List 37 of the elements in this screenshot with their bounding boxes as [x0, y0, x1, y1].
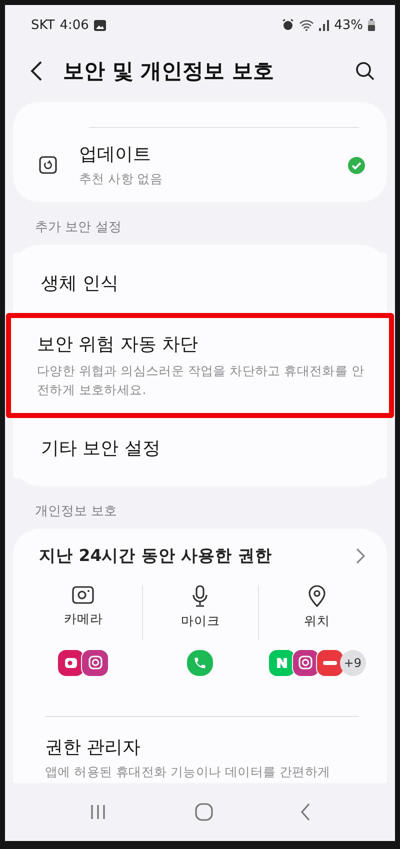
item-subtitle: 다양한 위협과 의심스러운 작업을 차단하고 휴대전화를 안전하게 보호하세요.: [37, 362, 365, 398]
home-button[interactable]: [195, 803, 213, 821]
alarm-icon: [282, 19, 294, 32]
carrier-text: SKT: [31, 18, 55, 33]
more-count: +9: [340, 650, 366, 676]
microphone-icon: [192, 584, 208, 607]
permission-label: 위치: [304, 612, 330, 630]
item-subtitle: 앱에 허용된 휴대전화 기능이나 데이터를 간편하게: [45, 762, 332, 781]
item-title: 보안 위험 자동 차단: [37, 333, 200, 356]
item-subtitle: 추천 사항 없음: [79, 170, 164, 188]
camera-icon: [72, 584, 94, 605]
back-nav-button[interactable]: [301, 803, 311, 821]
settings-item[interactable]: 생체 인식: [13, 253, 387, 314]
item-title: 업데이트: [79, 143, 152, 166]
image-icon: [94, 20, 106, 31]
wifi-icon: [299, 19, 314, 32]
clock-text: 4:06: [60, 18, 89, 33]
search-icon[interactable]: [355, 60, 375, 81]
highlighted-item[interactable]: 보안 위험 자동 차단 다양한 위협과 의심스러운 작업을 차단하고 휴대전화를 안전하게 보호하세요.: [6, 313, 394, 418]
update-icon: [39, 156, 57, 174]
battery-icon: [368, 19, 375, 32]
item-title: 기타 보안 설정: [41, 436, 162, 460]
permissions-title: 지난 24시간 동안 사용한 권한: [39, 544, 273, 567]
back-button[interactable]: [29, 60, 43, 82]
recent-apps-button[interactable]: [89, 804, 107, 820]
battery-percent: 43%: [334, 18, 363, 33]
page-title: 보안 및 개인정보 보호: [63, 58, 275, 85]
permission-label: 마이크: [180, 612, 220, 630]
location-pin-icon: [308, 584, 326, 607]
chevron-icon[interactable]: [355, 548, 365, 564]
update-row[interactable]: 업데이트 추천 사항 없음: [13, 128, 387, 202]
section-header: 개인정보 보호: [34, 502, 118, 521]
item-title: 생체 인식: [41, 272, 120, 296]
signal-icon: [319, 20, 330, 31]
item-title: 권한 관리자: [45, 736, 142, 759]
permission-label: 카메라: [64, 610, 103, 628]
section-header: 추가 보안 설정: [34, 219, 122, 238]
